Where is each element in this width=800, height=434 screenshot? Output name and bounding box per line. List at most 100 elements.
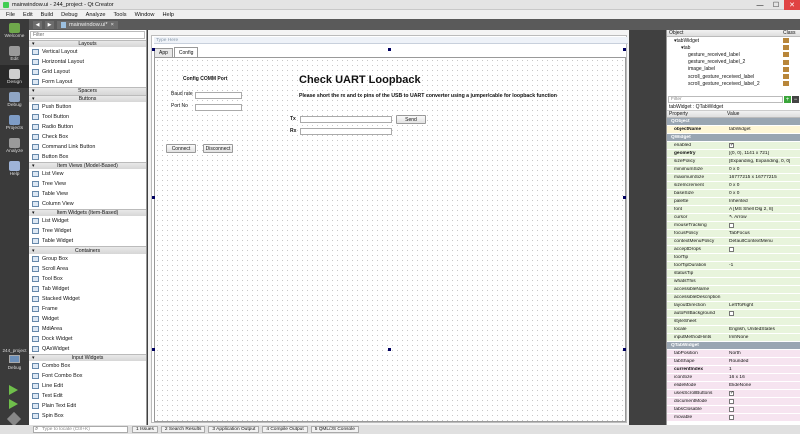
mode-edit[interactable]: Edit [0, 42, 29, 65]
property-value[interactable] [727, 399, 800, 404]
widget-item[interactable]: Table Widget [29, 236, 146, 246]
selection-handle[interactable] [388, 348, 391, 351]
property-row[interactable]: usesScrollButtons [667, 390, 800, 398]
property-row[interactable]: tabShape Rounded [667, 358, 800, 366]
category-header[interactable]: Containers [29, 246, 146, 254]
widget-item[interactable]: Vertical Layout [29, 47, 146, 57]
property-value[interactable]: LeftToRight [727, 303, 800, 308]
property-row[interactable]: documentMode [667, 398, 800, 406]
property-value[interactable] [727, 407, 800, 412]
widget-item[interactable]: Combo Box [29, 361, 146, 371]
property-column-header[interactable]: Property [667, 111, 727, 117]
property-row[interactable]: accessibleDescription [667, 294, 800, 302]
mode-debug[interactable]: Debug [0, 88, 29, 111]
property-row[interactable]: minimumSize 0 x 0 [667, 166, 800, 174]
property-value[interactable]: 16777215 x 16777215 [727, 175, 800, 180]
property-value[interactable]: 0 x 0 [727, 191, 800, 196]
output-pane-tab[interactable]: 1 Issues [132, 426, 158, 433]
widget-item[interactable]: Push Button [29, 102, 146, 112]
property-checkbox[interactable] [729, 247, 734, 252]
widget-item[interactable]: Line Edit [29, 381, 146, 391]
widget-item[interactable]: Frame [29, 304, 146, 314]
property-row[interactable]: mouseTracking [667, 222, 800, 230]
property-row[interactable]: tabPosition North [667, 350, 800, 358]
widget-item[interactable]: Column View [29, 199, 146, 209]
property-row[interactable]: whatsThis [667, 278, 800, 286]
property-section[interactable]: QTabWidget [667, 342, 800, 350]
menu-type-here[interactable]: Type Here [154, 37, 628, 44]
close-document-icon[interactable]: × [111, 22, 114, 28]
property-value[interactable]: tabWidget [727, 127, 800, 132]
property-row[interactable]: maximumSize 16777215 x 16777215 [667, 174, 800, 182]
property-row[interactable]: toolTip [667, 254, 800, 262]
output-pane-tab[interactable]: 5 QML/JS Console [310, 426, 359, 433]
widget-item[interactable]: Radio Button [29, 122, 146, 132]
object-tree-item[interactable]: gesture_received_label [667, 51, 800, 58]
property-filter-input[interactable]: Filter [668, 96, 783, 103]
property-row[interactable]: cursor ↖ Arrow [667, 214, 800, 222]
widget-item[interactable]: Stacked Widget [29, 294, 146, 304]
widget-item[interactable]: Tool Button [29, 112, 146, 122]
menu-window[interactable]: Window [131, 12, 159, 18]
property-value[interactable] [727, 311, 800, 316]
maximize-button[interactable]: ☐ [768, 0, 784, 10]
widget-item[interactable]: Tab Widget [29, 284, 146, 294]
property-section[interactable]: QWidget [667, 134, 800, 142]
property-row[interactable]: autoFillBackground [667, 310, 800, 318]
widget-item[interactable]: List Widget [29, 216, 146, 226]
widget-item[interactable]: Table View [29, 189, 146, 199]
selection-handle[interactable] [623, 348, 626, 351]
object-tree-item[interactable]: scroll_gesture_received_label [667, 73, 800, 80]
property-row[interactable]: acceptDrops [667, 246, 800, 254]
property-checkbox[interactable] [729, 399, 734, 404]
widget-item[interactable]: Tree View [29, 179, 146, 189]
property-row[interactable]: statusTip [667, 270, 800, 278]
property-value[interactable]: [(0, 0), 1141 x 721] [727, 151, 800, 156]
config-tab-page[interactable]: Config COMM Port Baud rate Port No Check… [154, 57, 626, 422]
property-row[interactable]: sizeIncrement 0 x 0 [667, 182, 800, 190]
property-value[interactable] [727, 415, 800, 420]
property-row[interactable]: inputMethodHints ImhNone [667, 334, 800, 342]
send-button[interactable]: Send [396, 115, 426, 124]
property-checkbox[interactable] [729, 391, 734, 396]
mode-design[interactable]: Design [0, 65, 29, 88]
property-value[interactable]: TabFocus [727, 231, 800, 236]
mode-analyze[interactable]: Analyze [0, 134, 29, 157]
property-value[interactable]: ElideNone [727, 383, 800, 388]
tab-app[interactable]: App [154, 48, 173, 57]
menu-edit[interactable]: Edit [19, 12, 37, 18]
property-row[interactable]: tabsClosable [667, 406, 800, 414]
widget-item[interactable]: Tool Box [29, 274, 146, 284]
output-pane-tab[interactable]: 3 Application Output [208, 426, 260, 433]
selection-handle[interactable] [388, 48, 391, 51]
widget-item[interactable]: Scroll Area [29, 264, 146, 274]
property-row[interactable]: currentIndex 1 [667, 366, 800, 374]
property-row[interactable]: accessibleName [667, 286, 800, 294]
widget-item[interactable]: QAxWidget [29, 344, 146, 354]
property-checkbox[interactable] [729, 407, 734, 412]
property-checkbox[interactable] [729, 143, 734, 148]
property-row[interactable]: elideMode ElideNone [667, 382, 800, 390]
locator-input[interactable]: Type to locate (Ctrl+K) [33, 426, 128, 433]
build-icon[interactable] [6, 411, 22, 427]
connect-button[interactable]: Connect [166, 144, 196, 153]
property-row[interactable]: baseSize 0 x 0 [667, 190, 800, 198]
class-column-header[interactable]: Class [783, 30, 796, 36]
category-header[interactable]: Input Widgets [29, 353, 146, 361]
widget-item[interactable]: Check Box [29, 132, 146, 142]
property-value[interactable]: A [MS Shell Dlg 2, 8] [727, 207, 800, 212]
property-row[interactable]: geometry [(0, 0), 1141 x 721] [667, 150, 800, 158]
property-value[interactable]: Rounded [727, 359, 800, 364]
property-row[interactable]: styleSheet [667, 318, 800, 326]
property-value[interactable] [727, 247, 800, 252]
main-window-form[interactable]: Type Here App Config Config COMM Port Bau… [151, 35, 628, 423]
property-value[interactable] [727, 223, 800, 228]
disconnect-button[interactable]: Disconnect [203, 144, 233, 153]
property-row[interactable]: enabled [667, 142, 800, 150]
back-icon[interactable]: ◀ [33, 20, 42, 29]
rx-line-edit[interactable] [300, 128, 392, 135]
property-value[interactable]: ↖ Arrow [727, 215, 800, 220]
property-value[interactable]: 16 x 16 [727, 375, 800, 380]
output-pane-tab[interactable]: 2 Search Results [160, 426, 206, 433]
widget-item[interactable]: MdiArea [29, 324, 146, 334]
